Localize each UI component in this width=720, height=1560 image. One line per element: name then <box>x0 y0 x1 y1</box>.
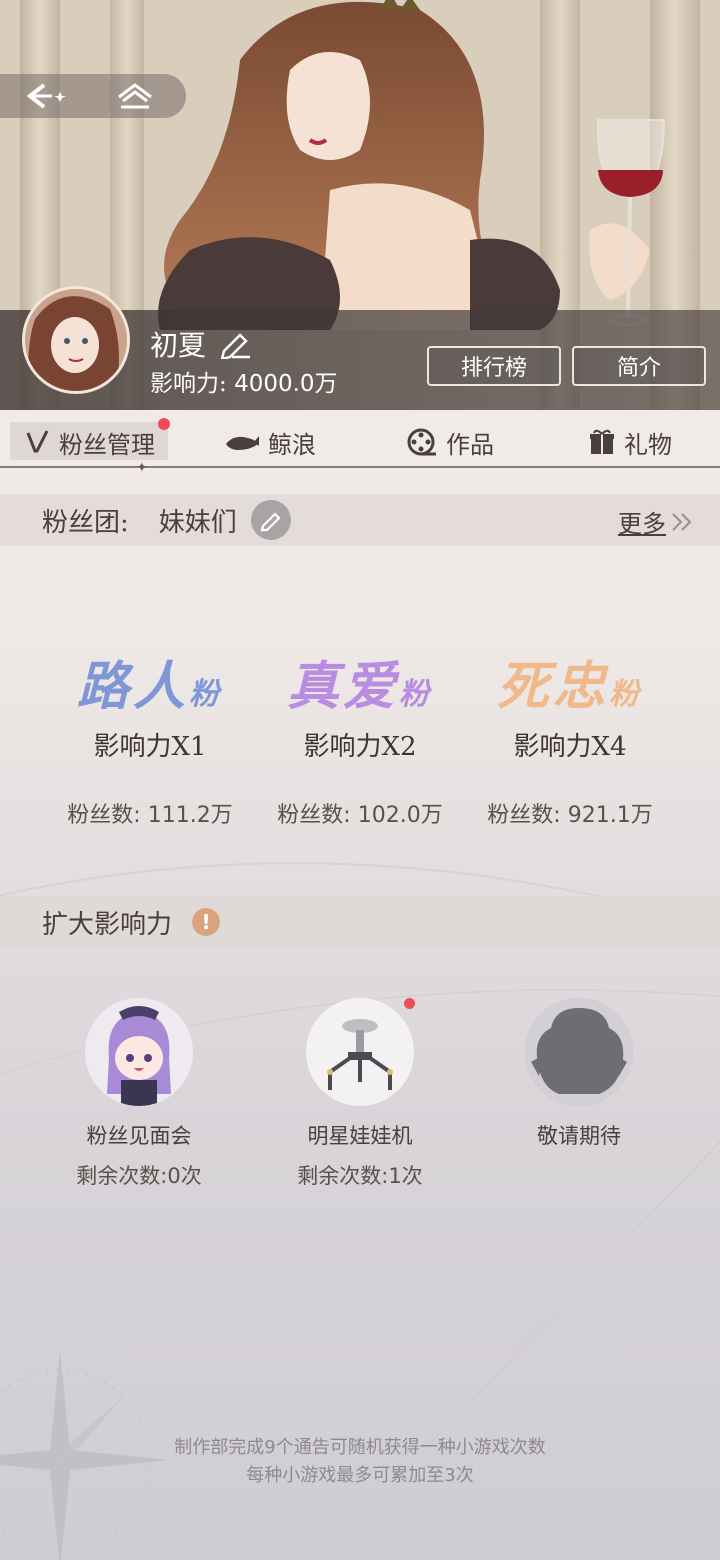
fan-club-name: 妹妹们 <box>158 507 237 538</box>
tier-title-suffix: 粉 <box>609 677 643 712</box>
profile-influence: 影响力: 4000.0万 <box>150 364 338 398</box>
chibi-girl-icon <box>85 998 193 1106</box>
game-name: 敬请期待 <box>537 1124 621 1148</box>
sparkle-icon: ✦ <box>136 460 148 476</box>
fans-label: 粉丝数: <box>487 803 561 828</box>
tier-multiplier: 影响力X4 <box>513 732 627 762</box>
tier-title: 死忠粉 <box>465 650 675 724</box>
ranking-button[interactable]: 排行榜 <box>427 346 561 386</box>
game-claw-machine[interactable]: 明星娃娃机 剩余次数:1次 <box>250 998 470 1190</box>
footer-line-1: 制作部完成9个通告可随机获得一种小游戏次数 <box>174 1437 546 1458</box>
profile-name-row: 初夏 <box>150 324 252 364</box>
tier-passerby: 路人粉 影响力X1 粉丝数: 111.2万 <box>45 650 255 829</box>
edit-club-name-button[interactable] <box>250 500 291 540</box>
tab-whale[interactable]: 鲸浪 <box>180 410 360 474</box>
fan-tiers: 路人粉 影响力X1 粉丝数: 111.2万 真爱粉 影响力X2 粉丝数: 102… <box>0 650 720 840</box>
notification-dot <box>404 998 415 1009</box>
nav-pill <box>0 74 186 118</box>
tier-title-text: 路人 <box>76 656 189 717</box>
gift-icon <box>590 429 614 454</box>
expand-influence-bar: 扩大影响力 ! <box>0 896 720 948</box>
notification-dot <box>158 418 170 430</box>
tab-gifts[interactable]: 礼物 <box>540 410 720 474</box>
tab-underline <box>0 466 720 468</box>
home-button[interactable] <box>90 74 180 118</box>
back-button[interactable] <box>0 74 90 118</box>
tab-label: 鲸浪 <box>268 430 316 459</box>
expand-influence-title: 扩大影响力 <box>42 909 173 940</box>
tab-label: 作品 <box>446 430 494 459</box>
tier-title: 路人粉 <box>45 650 255 724</box>
tier-title: 真爱粉 <box>255 650 465 724</box>
tier-multiplier: 影响力X1 <box>93 732 207 762</box>
tab-label: 礼物 <box>624 430 672 459</box>
double-chevron-right-icon <box>672 512 692 531</box>
tier-title-suffix: 粉 <box>399 677 433 712</box>
tier-true-love: 真爱粉 影响力X2 粉丝数: 102.0万 <box>255 650 465 829</box>
influence-value: 4000.0万 <box>234 371 338 397</box>
game-coming-soon: 敬请期待 <box>469 998 689 1150</box>
edit-name-icon[interactable] <box>218 329 252 359</box>
claw-machine-icon <box>306 998 414 1106</box>
tier-title-suffix: 粉 <box>189 677 223 712</box>
game-remaining: 剩余次数:1次 <box>297 1164 423 1188</box>
fans-label: 粉丝数: <box>67 803 141 828</box>
tab-bar: 粉丝管理 鲸浪 作品 礼物 <box>0 410 720 474</box>
hero-banner: 初夏 影响力: 4000.0万 排行榜 简介 <box>0 0 720 410</box>
pencil-icon <box>260 512 281 532</box>
more-link[interactable]: 更多 <box>618 504 694 539</box>
whale-icon <box>226 436 259 450</box>
tier-fans: 粉丝数: 102.0万 <box>255 797 465 829</box>
fan-club-bar: 粉丝团: 妹妹们 更多 <box>0 494 720 546</box>
tab-fan-management[interactable]: 粉丝管理 <box>0 410 180 474</box>
fan-club-label: 粉丝团: <box>42 507 129 538</box>
intro-button[interactable]: 简介 <box>572 346 706 386</box>
profile-name: 初夏 <box>150 329 207 362</box>
locked-silhouette-icon <box>525 998 633 1106</box>
home-icon <box>118 83 152 109</box>
tier-title-text: 真爱 <box>286 656 399 717</box>
info-alert-icon[interactable]: ! <box>192 908 221 936</box>
back-arrow-sparkle-icon <box>26 83 66 109</box>
influence-label: 影响力: <box>150 371 227 397</box>
tier-title-text: 死忠 <box>496 656 609 717</box>
fans-value: 111.2万 <box>147 803 233 828</box>
footer-line-2: 每种小游戏最多可累加至3次 <box>246 1465 474 1486</box>
tier-multiplier: 影响力X2 <box>303 732 417 762</box>
tab-works[interactable]: 作品 <box>360 410 540 474</box>
tab-label: 粉丝管理 <box>59 430 155 459</box>
tier-fans: 粉丝数: 921.1万 <box>465 797 675 829</box>
avatar-portrait <box>25 289 127 391</box>
fans-value: 921.1万 <box>567 803 653 828</box>
more-label: 更多 <box>618 510 666 538</box>
game-remaining: 剩余次数:0次 <box>76 1164 202 1188</box>
fans-value: 102.0万 <box>357 803 443 828</box>
tier-diehard: 死忠粉 影响力X4 粉丝数: 921.1万 <box>465 650 675 829</box>
game-name: 明星娃娃机 <box>307 1124 413 1148</box>
fans-label: 粉丝数: <box>277 803 351 828</box>
game-fan-meeting[interactable]: 粉丝见面会 剩余次数:0次 <box>29 998 249 1190</box>
v-icon <box>26 430 49 453</box>
avatar[interactable] <box>22 286 130 394</box>
film-reel-icon <box>407 428 436 456</box>
tier-fans: 粉丝数: 111.2万 <box>45 797 255 829</box>
footer-note: 制作部完成9个通告可随机获得一种小游戏次数 每种小游戏最多可累加至3次 <box>0 1434 720 1490</box>
game-name: 粉丝见面会 <box>86 1124 192 1148</box>
